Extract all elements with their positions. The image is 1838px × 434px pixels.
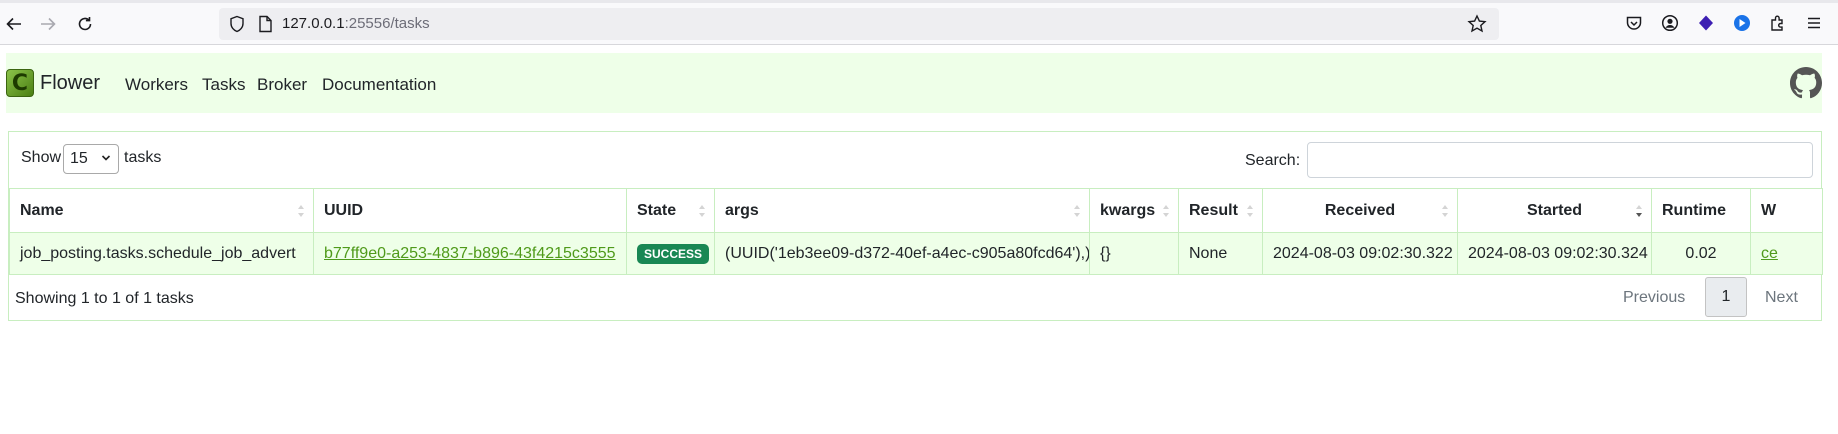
url-host: 127.0.0.1 [282,15,345,32]
url-path: :25556/tasks [344,15,430,32]
column-header-started[interactable]: Started [1457,188,1652,233]
column-label: W [1761,201,1777,219]
column-label: Name [20,201,64,219]
pagination-next[interactable]: Next [1765,289,1798,307]
cell-kwargs: {} [1089,232,1179,275]
forward-arrow-icon [41,17,56,31]
column-header-kwargs[interactable]: kwargs [1089,188,1179,233]
column-label: Result [1189,201,1238,219]
table-header-row: Name UUID State args kwargs Result Recei… [9,188,1823,233]
github-icon[interactable] [1790,67,1822,99]
extension-purple-icon[interactable] [1695,12,1717,34]
show-label: Show [21,149,62,166]
cell-runtime: 0.02 [1651,232,1751,275]
extension-blue-icon[interactable] [1731,12,1753,34]
column-label: kwargs [1100,201,1156,219]
reload-button[interactable] [71,11,99,37]
column-header-name[interactable]: Name [9,188,314,233]
brand-name[interactable]: Flower [40,72,100,95]
column-header-worker[interactable]: W [1750,188,1823,233]
back-arrow-icon [6,17,21,31]
nav-link-broker[interactable]: Broker [257,75,307,95]
celery-logo-icon[interactable]: C [6,69,34,97]
back-button[interactable] [0,11,28,37]
cell-name: job_posting.tasks.schedule_job_advert [9,232,314,275]
column-label: args [725,201,759,219]
url-text[interactable]: 127.0.0.1:25556/tasks [282,15,430,32]
search-label: Search: [1245,152,1301,169]
tasks-table: Name UUID State args kwargs Result Recei… [9,188,1823,275]
column-label: Received [1324,201,1396,219]
column-label: UUID [324,201,364,219]
tasks-panel: Show 15 tasks Search: Name UUID State ar… [8,131,1823,321]
tab-strip-edge [0,0,1838,3]
column-label: State [637,201,677,219]
chevron-down-icon [101,155,111,161]
forward-button[interactable] [34,11,62,37]
nav-link-workers[interactable]: Workers [125,75,188,95]
sort-icon [1074,205,1080,217]
sort-icon [1442,205,1448,217]
logo-letter: C [11,70,29,96]
extensions-puzzle-icon[interactable] [1767,12,1789,34]
cell-worker: ce [1750,232,1823,275]
hamburger-menu-icon[interactable] [1803,12,1825,34]
worker-link[interactable]: ce [1761,245,1778,262]
account-icon[interactable] [1659,12,1681,34]
nav-link-documentation[interactable]: Documentation [322,75,436,95]
task-uuid-link[interactable]: b77ff9e0-a253-4837-b896-43f4215c3555 [324,245,616,262]
column-header-uuid[interactable]: UUID [313,188,627,233]
flower-navbar: C Flower Workers Tasks Broker Documentat… [6,53,1822,113]
table-row[interactable]: job_posting.tasks.schedule_job_advert b7… [9,232,1823,275]
cell-received: 2024-08-03 09:02:30.322 [1262,232,1458,275]
page-length-value: 15 [70,150,88,167]
table-info: Showing 1 to 1 of 1 tasks [15,290,194,307]
page-length-select[interactable]: 15 [63,144,119,174]
sort-icon [298,205,304,217]
column-header-result[interactable]: Result [1178,188,1263,233]
address-bar[interactable]: 127.0.0.1:25556/tasks [219,8,1499,40]
bookmark-star-icon[interactable] [1467,14,1487,34]
column-label: Runtime [1662,201,1726,219]
cell-result: None [1178,232,1263,275]
sort-desc-icon [1636,205,1642,217]
page-info-icon[interactable] [256,15,274,33]
tasks-label: tasks [124,149,162,166]
cell-args: (UUID('1eb3ee09-d372-40ef-a4ec-c905a80fc… [714,232,1090,275]
pagination-previous[interactable]: Previous [1623,289,1685,307]
column-label: Started [1526,201,1583,219]
search-input[interactable] [1307,142,1813,178]
sort-icon [1163,205,1169,217]
column-header-state[interactable]: State [626,188,715,233]
pagination-page-1[interactable]: 1 [1705,277,1747,317]
pocket-icon[interactable] [1623,12,1645,34]
status-badge: SUCCESS [637,243,710,264]
column-header-runtime[interactable]: Runtime [1651,188,1751,233]
column-header-args[interactable]: args [714,188,1090,233]
column-header-received[interactable]: Received [1262,188,1458,233]
cell-state: SUCCESS [626,232,715,275]
cell-uuid: b77ff9e0-a253-4837-b896-43f4215c3555 [313,232,627,275]
shield-icon[interactable] [228,15,246,33]
cell-started: 2024-08-03 09:02:30.324 [1457,232,1652,275]
reload-icon [78,17,92,31]
sort-icon [699,205,705,217]
sort-icon [1247,205,1253,217]
nav-link-tasks[interactable]: Tasks [202,75,245,95]
browser-toolbar: 127.0.0.1:25556/tasks [0,0,1838,45]
